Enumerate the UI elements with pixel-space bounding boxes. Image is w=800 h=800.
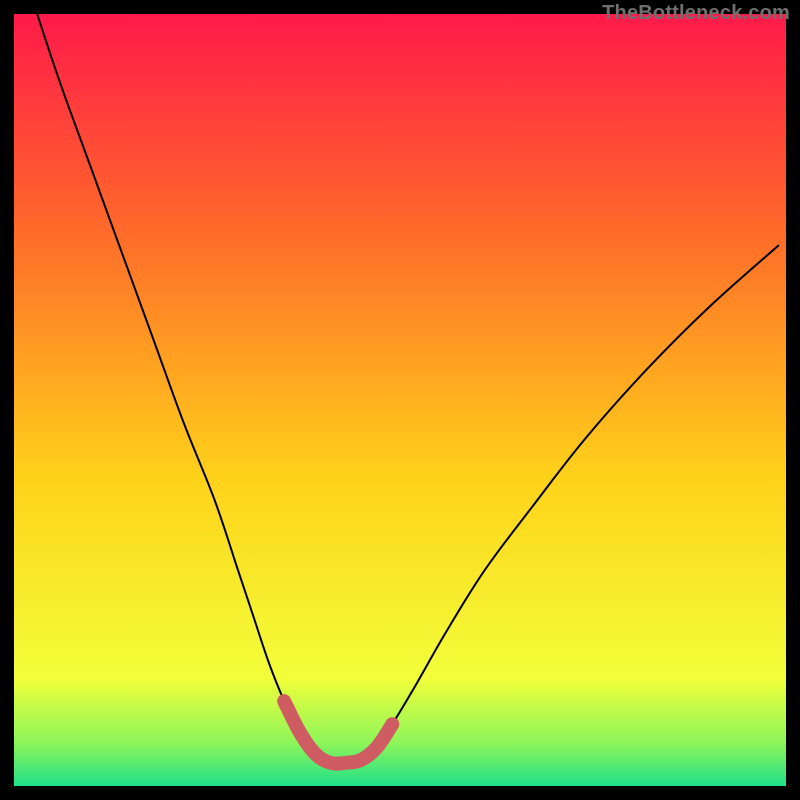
chart-frame: TheBottleneck.com: [0, 0, 800, 800]
gradient-background: [14, 14, 786, 786]
plot-svg: [14, 14, 786, 786]
plot-area: [14, 14, 786, 786]
